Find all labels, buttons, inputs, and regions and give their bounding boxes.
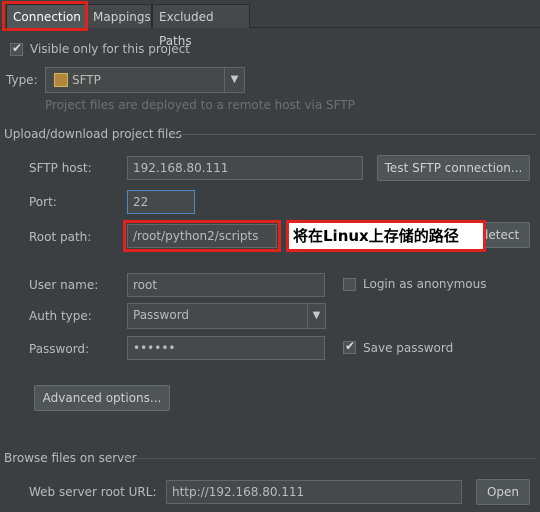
password-input[interactable]: •••••• <box>127 336 325 360</box>
password-label: Password: <box>29 342 90 356</box>
tab-mappings[interactable]: Mappings <box>86 4 152 28</box>
browse-section-divider <box>124 458 536 459</box>
test-sftp-connection-button[interactable]: Test SFTP connection... <box>377 155 530 181</box>
root-path-label: Root path: <box>29 230 92 244</box>
auth-type-label: Auth type: <box>29 309 92 323</box>
annotation-text: 将在Linux上存储的路径 <box>293 227 459 245</box>
visible-only-label: Visible only for this project <box>30 42 190 56</box>
open-button-label: Open <box>486 485 520 499</box>
root-path-highlight <box>123 220 281 252</box>
autodetect-label: detect <box>480 228 520 242</box>
upload-section-divider <box>172 134 536 135</box>
auth-type-combo[interactable]: Password ▼ <box>127 303 326 329</box>
user-name-input[interactable]: root <box>127 273 325 297</box>
tab-excluded-paths[interactable]: Excluded Paths <box>152 4 250 48</box>
visible-only-checkbox[interactable]: ✔ <box>10 41 23 56</box>
advanced-options-label: Advanced options... <box>42 391 162 405</box>
web-root-input[interactable]: http://192.168.80.111 <box>166 480 462 504</box>
web-root-value: http://192.168.80.111 <box>172 485 305 499</box>
test-button-label: Test SFTP connection... <box>384 161 523 175</box>
upload-section-title: Upload/download project files <box>4 127 182 141</box>
anonymous-checkbox[interactable] <box>343 278 356 291</box>
sftp-host-label: SFTP host: <box>29 161 92 175</box>
advanced-options-button[interactable]: Advanced options... <box>34 385 170 411</box>
type-combo[interactable]: SFTP ▼ <box>45 67 245 93</box>
sftp-icon <box>54 73 68 87</box>
save-password-checkbox[interactable]: ✔ <box>343 339 356 354</box>
open-button[interactable]: Open <box>476 479 530 505</box>
type-hint: Project files are deployed to a remote h… <box>45 98 355 112</box>
chevron-down-icon[interactable]: ▼ <box>307 304 325 328</box>
checkmark-icon: ✔ <box>345 339 356 353</box>
sftp-host-value: 192.168.80.111 <box>133 161 229 175</box>
sftp-host-input[interactable]: 192.168.80.111 <box>127 156 363 180</box>
port-value: 22 <box>133 195 149 209</box>
user-name-label: User name: <box>29 278 99 292</box>
web-root-label: Web server root URL: <box>29 485 157 499</box>
auth-type-value: Password <box>133 308 190 322</box>
save-password-label: Save password <box>363 341 454 355</box>
type-label: Type: <box>6 73 38 87</box>
password-value: •••••• <box>133 341 176 355</box>
connection-tab-highlight <box>2 1 88 31</box>
tab-mappings-label: Mappings <box>93 10 151 24</box>
chevron-down-icon[interactable]: ▼ <box>224 68 244 92</box>
anonymous-label: Login as anonymous <box>363 277 487 291</box>
port-label: Port: <box>29 195 57 209</box>
browse-section-title: Browse files on server <box>4 451 137 465</box>
user-name-value: root <box>133 278 158 292</box>
port-input[interactable]: 22 <box>127 190 195 214</box>
checkmark-icon: ✔ <box>12 41 23 55</box>
type-value: SFTP <box>72 73 101 87</box>
annotation-callout: 将在Linux上存储的路径 <box>286 220 486 252</box>
